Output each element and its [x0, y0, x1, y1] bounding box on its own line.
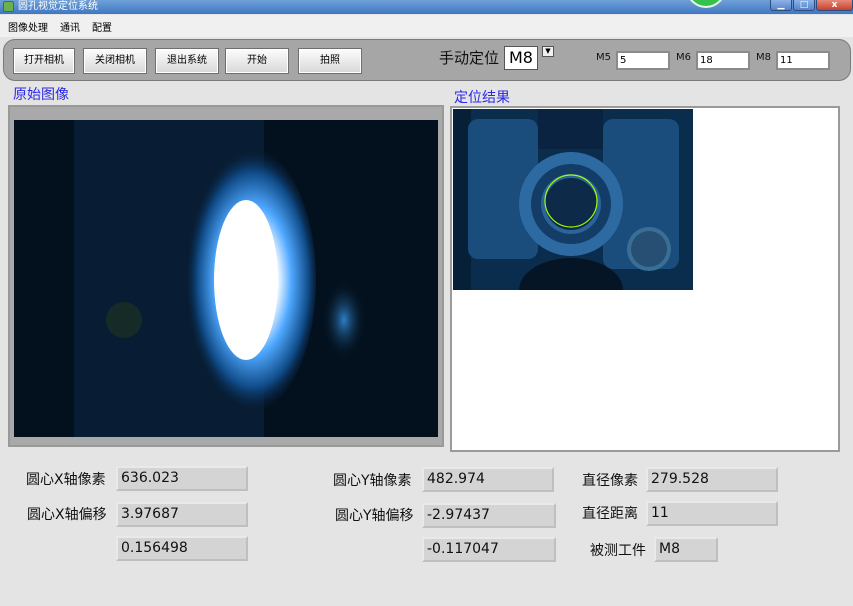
- m8-field[interactable]: 11: [776, 51, 830, 70]
- x-extra-field: 0.156498: [116, 536, 248, 561]
- open-camera-button[interactable]: 打开相机: [13, 48, 75, 74]
- menu-image-processing[interactable]: 图像处理: [8, 19, 48, 34]
- original-camera-image: [14, 120, 438, 437]
- part-field: M8: [654, 537, 718, 562]
- m6-field[interactable]: 18: [696, 51, 750, 70]
- menu-config[interactable]: 配置: [92, 19, 112, 34]
- original-image-label: 原始图像: [13, 87, 69, 103]
- menu-communication[interactable]: 通讯: [60, 19, 80, 34]
- y-offset-field: -2.97437: [422, 503, 556, 528]
- y-offset-label: 圆心Y轴偏移: [335, 508, 414, 524]
- manual-position-select[interactable]: M8: [504, 46, 538, 70]
- y-pixel-field: 482.974: [422, 467, 554, 492]
- result-image: [453, 109, 693, 290]
- diameter-distance-label: 直径距离: [582, 506, 638, 522]
- manual-position-label: 手动定位: [439, 49, 500, 67]
- x-pixel-field: 636.023: [116, 466, 248, 491]
- m8-label: M8: [756, 52, 771, 63]
- close-camera-button[interactable]: 关闭相机: [83, 48, 147, 74]
- start-button[interactable]: 开始: [225, 48, 289, 74]
- x-pixel-label: 圆心X轴像素: [26, 472, 106, 488]
- status-indicator: [686, 0, 726, 8]
- m5-label: M5: [596, 52, 611, 63]
- m5-field[interactable]: 5: [616, 51, 670, 70]
- window-title: 圆孔视觉定位系统: [18, 1, 98, 12]
- capture-button[interactable]: 拍照: [298, 48, 362, 74]
- m6-label: M6: [676, 52, 691, 63]
- result-label: 定位结果: [454, 90, 510, 106]
- y-extra-field: -0.117047: [422, 537, 556, 562]
- toolbar: 打开相机 关闭相机 退出系统 开始 拍照 手动定位 M8 ▼ M5 5 M6 1…: [3, 39, 851, 81]
- app-icon: [3, 1, 14, 12]
- exit-system-button[interactable]: 退出系统: [155, 48, 219, 74]
- diameter-distance-field: 11: [646, 501, 778, 526]
- chevron-down-icon[interactable]: ▼: [542, 46, 554, 57]
- menu-bar: 图像处理 通讯 配置: [0, 15, 853, 37]
- y-pixel-label: 圆心Y轴像素: [333, 473, 412, 489]
- maximize-button[interactable]: □: [793, 0, 815, 11]
- title-bar: 圆孔视觉定位系统 ▁ □ x: [0, 0, 853, 14]
- minimize-button[interactable]: ▁: [770, 0, 792, 11]
- diameter-pixel-field: 279.528: [646, 467, 778, 492]
- x-offset-field: 3.97687: [116, 502, 248, 527]
- diameter-pixel-label: 直径像素: [582, 473, 638, 489]
- x-offset-label: 圆心X轴偏移: [27, 507, 107, 523]
- part-label: 被测工件: [590, 543, 646, 559]
- close-button[interactable]: x: [816, 0, 853, 11]
